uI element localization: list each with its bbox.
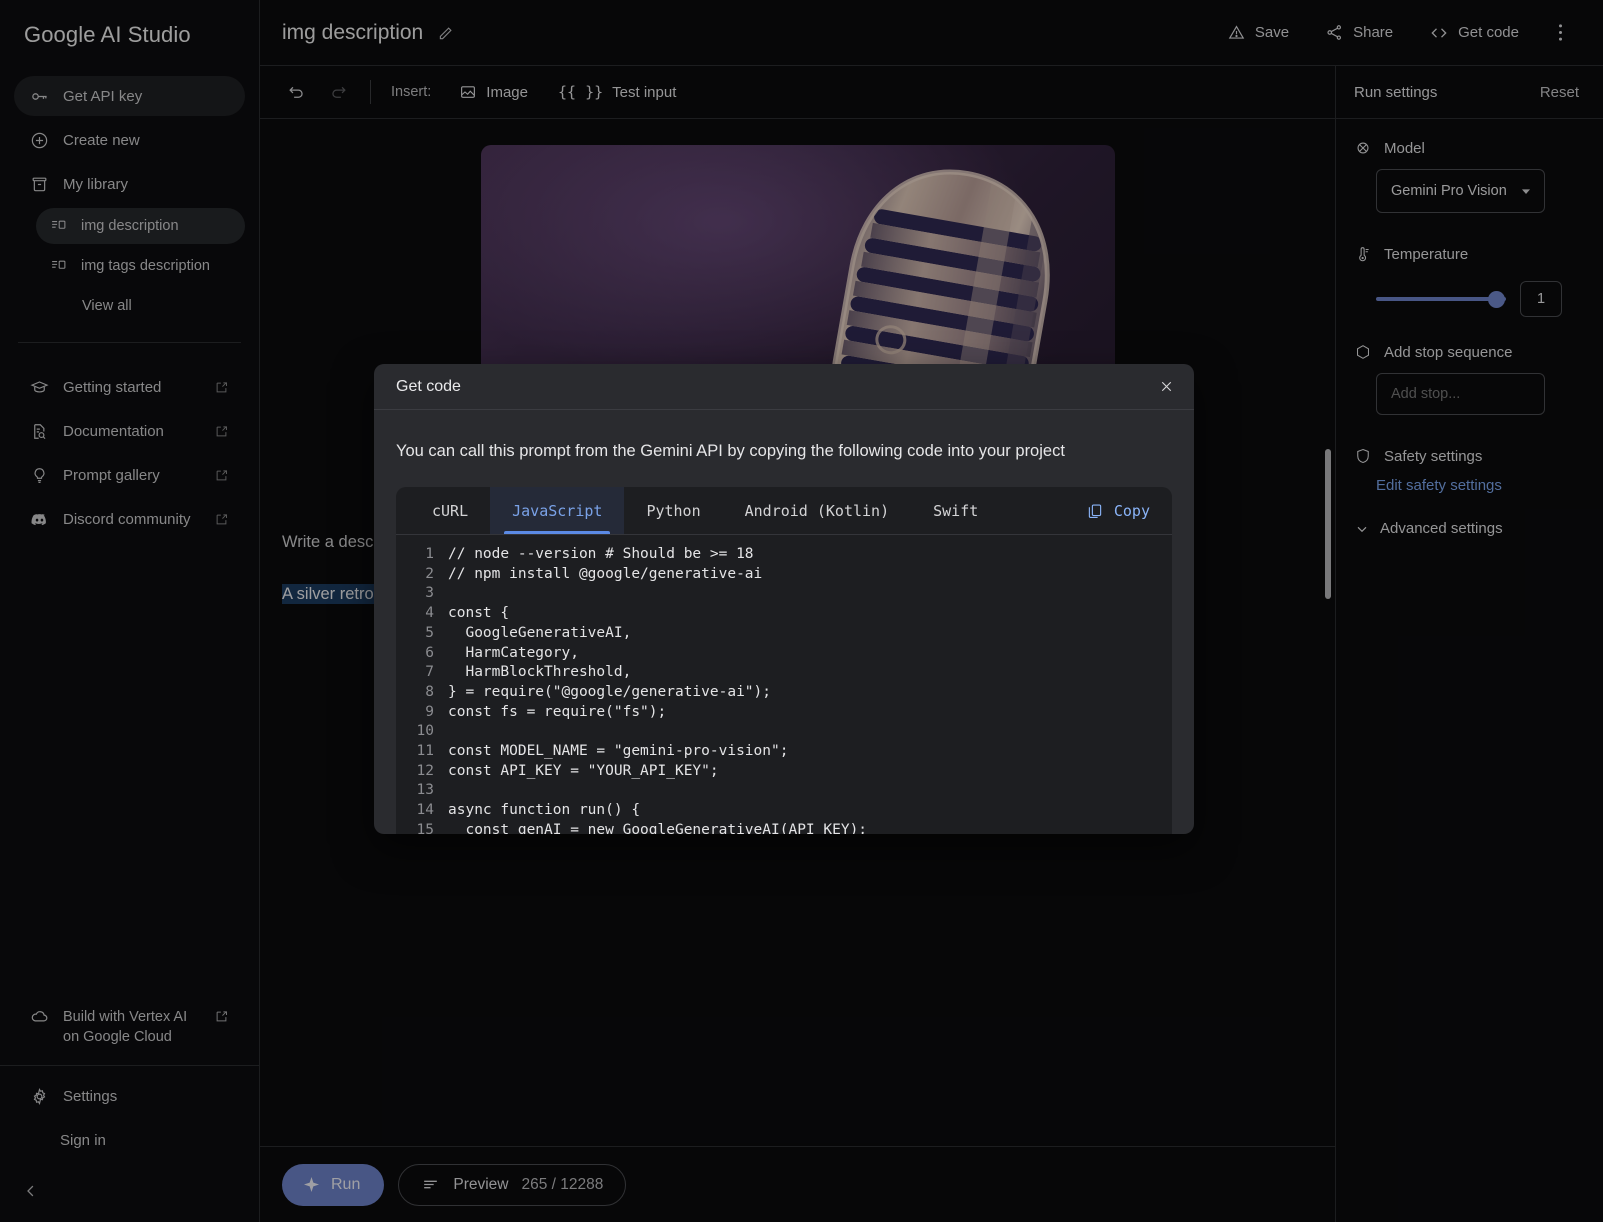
line-text: // node --version # Should be >= 18	[448, 546, 754, 562]
dialog-header: Get code	[374, 364, 1194, 410]
line-number: 10	[416, 723, 434, 740]
code-line: 7 HarmBlockThreshold,	[396, 663, 1172, 683]
line-number: 9	[425, 703, 434, 720]
code-line: 2 // npm install @google/generative-ai	[396, 565, 1172, 585]
line-text: async function run() {	[448, 802, 641, 819]
line-number: 8	[425, 683, 434, 700]
dialog-description: You can call this prompt from the Gemini…	[396, 442, 1065, 460]
code-line: 6 HarmCategory,	[396, 644, 1172, 664]
tab-python[interactable]: Python	[624, 487, 722, 534]
line-text: HarmBlockThreshold,	[448, 664, 632, 681]
code-line: 13	[396, 781, 1172, 801]
line-number: 11	[416, 743, 434, 760]
line-number: 2	[425, 565, 434, 582]
copy-label: Copy	[1113, 501, 1150, 520]
tab-curl[interactable]: cURL	[410, 487, 490, 534]
copy-icon	[1086, 502, 1104, 520]
code-line: 9 const fs = require("fs");	[396, 703, 1172, 723]
line-text: const {	[448, 605, 510, 622]
code-block[interactable]: 1 // node --version # Should be >= 18 2 …	[396, 535, 1172, 834]
code-line: 10	[396, 722, 1172, 742]
line-text: HarmCategory,	[448, 644, 579, 661]
line-text: const fs = require("fs");	[448, 703, 667, 720]
line-number: 6	[425, 644, 434, 661]
code-line: 4 const {	[396, 604, 1172, 624]
dialog-title: Get code	[396, 377, 461, 395]
line-number: 13	[416, 782, 434, 799]
line-number: 14	[416, 802, 434, 819]
code-line: 3	[396, 584, 1172, 604]
code-line: 5 GoogleGenerativeAI,	[396, 624, 1172, 644]
code-line: 12 const API_KEY = "YOUR_API_KEY";	[396, 762, 1172, 782]
line-text: } = require("@google/generative-ai");	[448, 683, 772, 700]
code-line: 14 async function run() {	[396, 801, 1172, 821]
line-number: 3	[425, 585, 434, 602]
line-number: 5	[425, 624, 434, 641]
app-root: Google AI Studio Get API key Create new	[0, 0, 1603, 1222]
line-number: 4	[425, 605, 434, 622]
line-text: const API_KEY = "YOUR_API_KEY";	[448, 762, 719, 779]
code-card: cURL JavaScript Python Android (Kotlin) …	[396, 487, 1172, 834]
line-text: const genAI = new GoogleGenerativeAI(API…	[448, 821, 868, 834]
line-text: const MODEL_NAME = "gemini-pro-vision";	[448, 743, 789, 760]
line-number: 1	[425, 546, 434, 562]
tab-javascript[interactable]: JavaScript	[490, 487, 625, 534]
get-code-dialog: Get code You can call this prompt from t…	[374, 364, 1194, 834]
line-number: 12	[416, 762, 434, 779]
tab-android-kotlin[interactable]: Android (Kotlin)	[723, 487, 912, 534]
line-number: 15	[416, 821, 434, 834]
code-line: 1 // node --version # Should be >= 18	[396, 545, 1172, 565]
code-line: 15 const genAI = new GoogleGenerativeAI(…	[396, 821, 1172, 834]
copy-button[interactable]: Copy	[1064, 487, 1172, 534]
line-number: 7	[425, 664, 434, 681]
language-tabs: cURL JavaScript Python Android (Kotlin) …	[396, 487, 1172, 535]
close-icon[interactable]	[1150, 371, 1182, 403]
code-line: 8 } = require("@google/generative-ai");	[396, 683, 1172, 703]
tab-swift[interactable]: Swift	[911, 487, 1000, 534]
code-line: 11 const MODEL_NAME = "gemini-pro-vision…	[396, 742, 1172, 762]
line-text: // npm install @google/generative-ai	[448, 565, 763, 582]
line-text: GoogleGenerativeAI,	[448, 624, 632, 641]
